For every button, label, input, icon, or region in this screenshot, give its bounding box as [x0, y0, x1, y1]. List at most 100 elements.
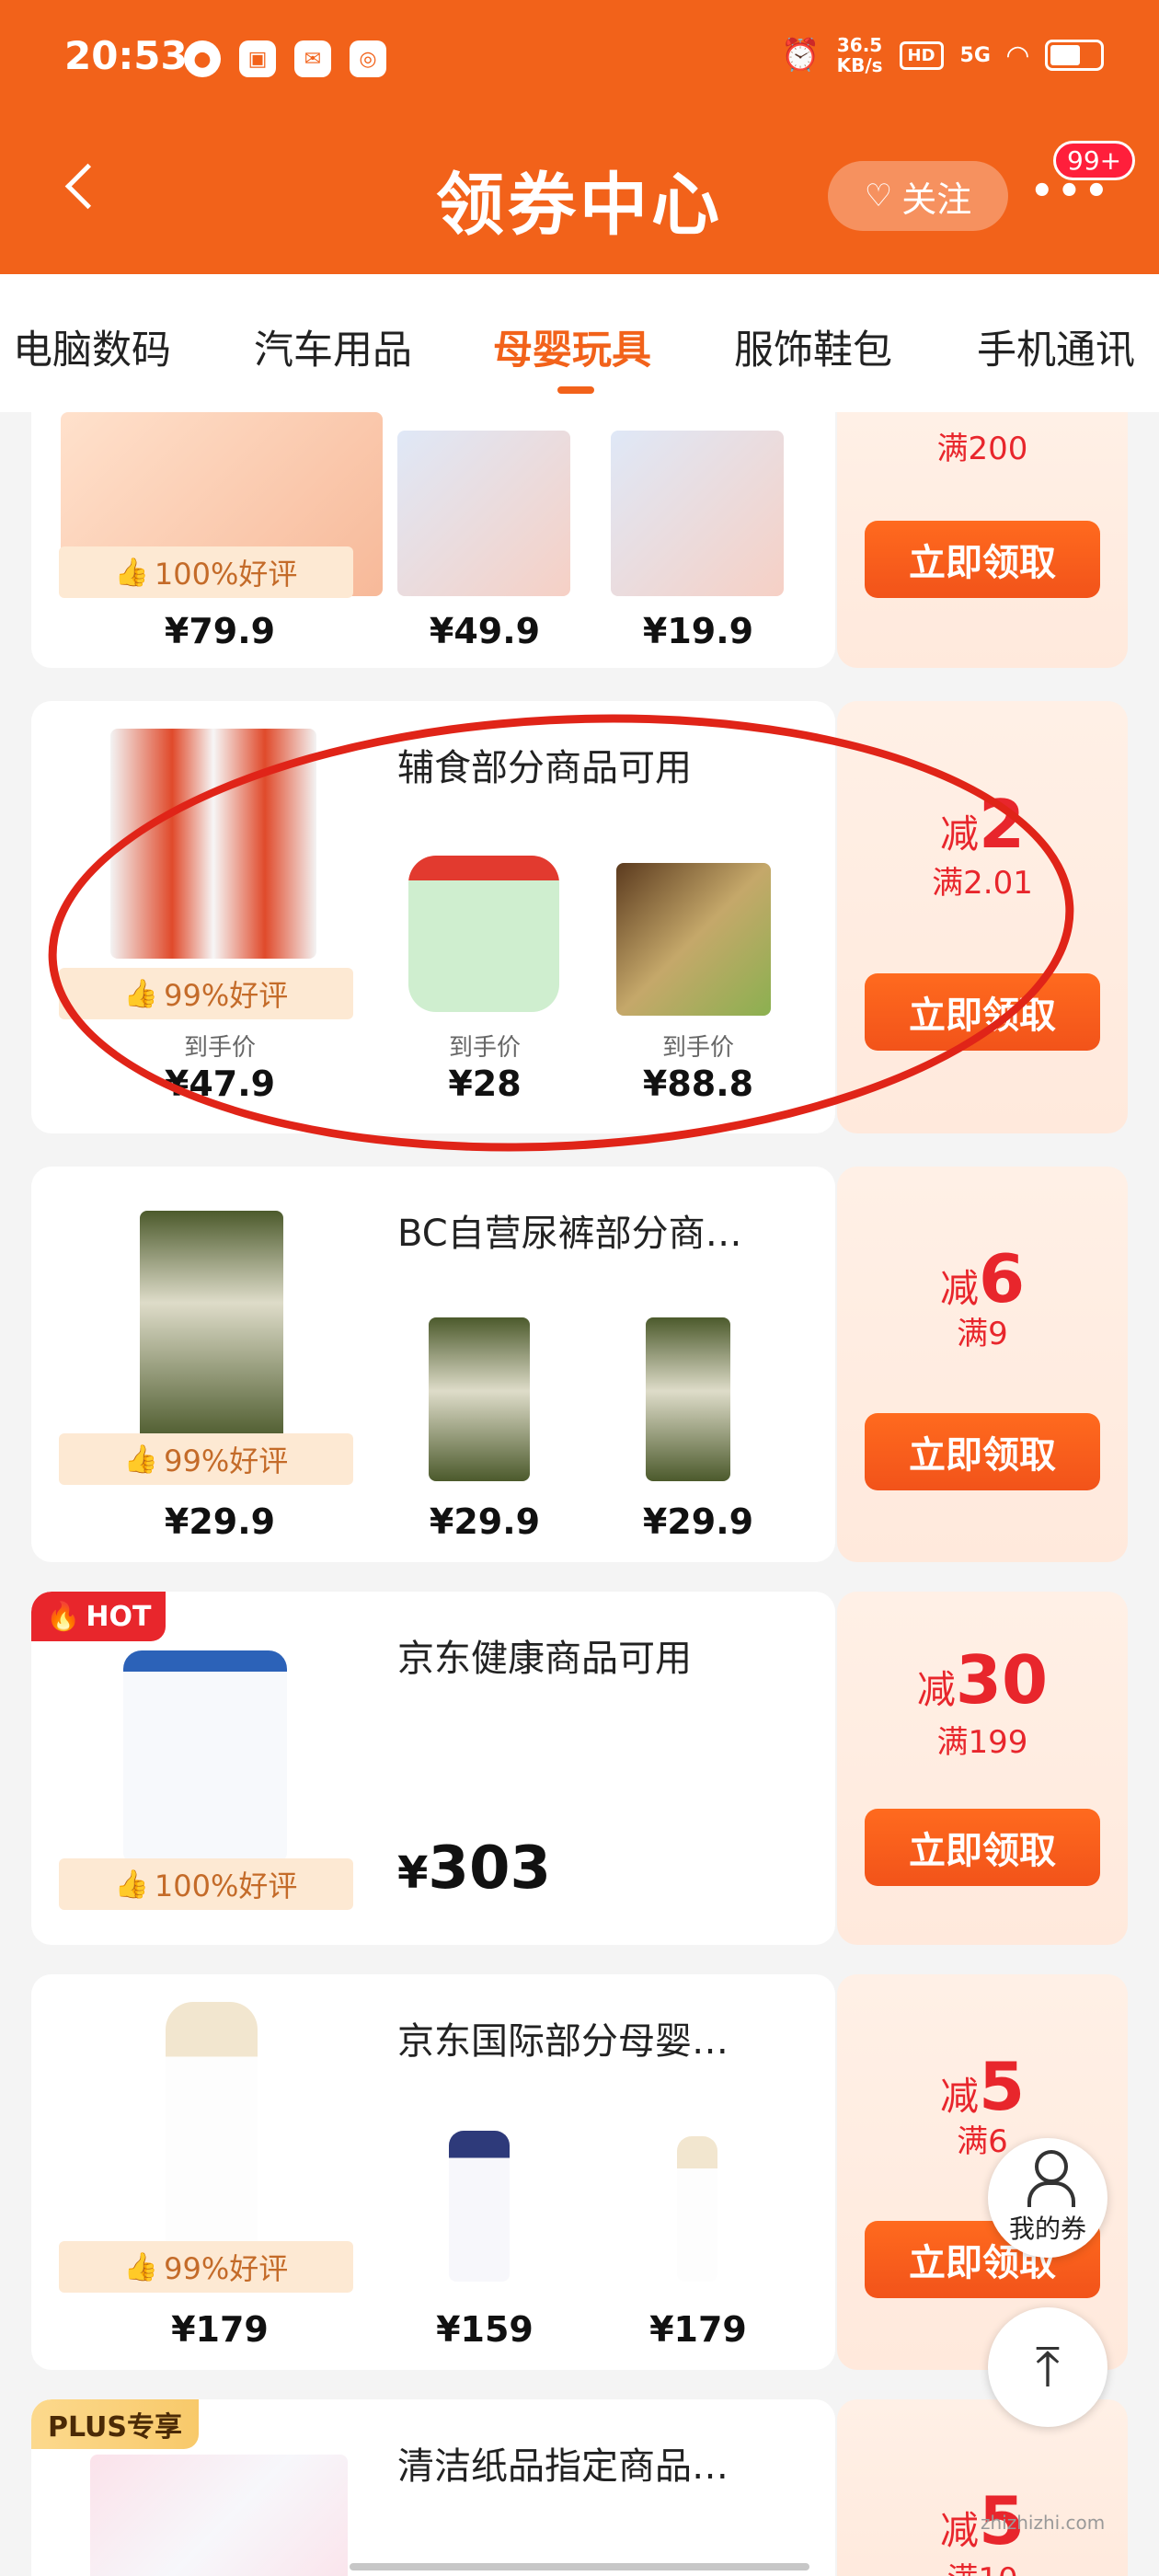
thumbs-up-icon: 👍 [114, 1868, 149, 1901]
signal-indicator: 5G [959, 43, 991, 67]
product-image[interactable] [397, 431, 570, 596]
page-header: 领券中心 ♡ 关注 ••• 99+ [0, 124, 1159, 274]
app-root: 20:53 ● ▣ ✉ ◎ ⏰ 36.5 KB/s HD 5G ◠ 领券中心 ♡… [0, 0, 1159, 2576]
product-image[interactable] [408, 856, 559, 1012]
big-price-value: 303 [428, 1834, 551, 1903]
product-image[interactable] [110, 729, 316, 959]
currency-symbol: ¥ [397, 1847, 429, 1899]
product-image[interactable] [646, 1317, 730, 1481]
product-price: ¥179 [171, 2309, 269, 2350]
thumbs-up-icon: 👍 [123, 977, 159, 1010]
coupon-card-1[interactable]: 👍 99%好评 辅食部分商品可用 到手价 到手价 到手价 ¥47.9 ¥28 ¥… [31, 701, 835, 1133]
coupon-scope-title: 清洁纸品指定商品… [397, 2445, 729, 2488]
coupon-card-3[interactable]: 🔥 HOT 👍 100%好评 京东健康商品可用 ¥303 [31, 1592, 835, 1945]
product-image[interactable] [140, 1211, 283, 1441]
rating-text: 100%好评 [154, 557, 298, 592]
coupon-panel-5: 减5 满10 [837, 2399, 1128, 2576]
coupon-discount: 减5 [837, 2048, 1128, 2125]
coupon-panel-2: 减6 满9 立即领取 [837, 1167, 1128, 1562]
rating-text: 99%好评 [164, 1443, 289, 1478]
alarm-icon: ⏰ [781, 37, 820, 74]
coupon-min-spend: 满200 [936, 431, 1028, 467]
rating-badge: 👍 99%好评 [59, 1433, 353, 1485]
mail-notification-icon: ✉ [294, 40, 331, 77]
product-image[interactable] [429, 1317, 530, 1481]
claim-coupon-button[interactable]: 立即领取 [865, 521, 1100, 598]
product-price: ¥49.9 [429, 611, 541, 651]
rating-text: 99%好评 [164, 978, 289, 1013]
coupon-scope-title: 京东国际部分母婴… [397, 2020, 729, 2063]
battery-icon [1045, 40, 1104, 71]
rating-badge: 👍 99%好评 [59, 968, 353, 1019]
tab-maternal-baby-toys[interactable]: 母婴玩具 [493, 318, 651, 375]
product-image[interactable] [123, 1650, 287, 1862]
coupon-card-4[interactable]: 👍 99%好评 京东国际部分母婴… ¥179 ¥159 ¥179 [31, 1974, 835, 2370]
discount-prefix: 减 [939, 2508, 979, 2553]
coupon-min-spend: 满2.01 [932, 865, 1033, 902]
product-image[interactable] [616, 863, 771, 1016]
discount-amount: 5 [978, 2048, 1026, 2125]
coupon-scope-title: 京东健康商品可用 [397, 1638, 692, 1680]
claim-coupon-button[interactable]: 立即领取 [865, 1809, 1100, 1886]
coupon-min-spend: 满199 [936, 1724, 1028, 1761]
coupon-min-spend: 满9 [957, 1316, 1008, 1352]
tab-mobile-comm[interactable]: 手机通讯 [977, 318, 1135, 375]
claim-coupon-button[interactable]: 立即领取 [865, 973, 1100, 1051]
rating-text: 99%好评 [164, 2251, 289, 2286]
my-coupons-label: 我的券 [1008, 2214, 1086, 2244]
follow-label: 关注 [901, 178, 972, 220]
status-indicators: ⏰ 36.5 KB/s HD 5G ◠ [781, 35, 1104, 75]
product-image[interactable] [611, 431, 784, 596]
price-label: 到手价 [183, 1034, 256, 1062]
price-label: 到手价 [448, 1034, 521, 1062]
coupon-card-0[interactable]: 👍 100%好评 ¥79.9 ¥49.9 ¥19.9 [31, 412, 835, 668]
discount-amount: 6 [978, 1240, 1026, 1317]
notification-icons: ● ▣ ✉ ◎ [184, 40, 386, 77]
product-price: ¥79.9 [164, 611, 276, 651]
plus-exclusive-tag: PLUS专享 [31, 2399, 200, 2449]
home-indicator [350, 2563, 809, 2570]
arrow-up-icon: ⤒ [1035, 2335, 1061, 2399]
coupon-card-2[interactable]: 👍 99%好评 BC自营尿裤部分商… ¥29.9 ¥29.9 ¥29.9 [31, 1167, 835, 1562]
product-image[interactable] [677, 2136, 717, 2282]
hot-tag: 🔥 HOT [31, 1592, 166, 1641]
discount-prefix: 减 [939, 811, 979, 857]
coupon-discount: 减6 [837, 1240, 1128, 1317]
product-image[interactable] [166, 2002, 258, 2250]
active-tab-indicator [557, 386, 594, 394]
coupon-card-5[interactable]: PLUS专享 清洁纸品指定商品… [31, 2399, 835, 2576]
flame-icon: 🔥 [46, 1600, 81, 1633]
claim-coupon-button[interactable]: 立即领取 [865, 1413, 1100, 1490]
net-speed-unit: KB/s [836, 54, 883, 76]
discount-prefix: 减 [939, 2074, 979, 2119]
thumbs-up-icon: 👍 [114, 556, 149, 589]
coupon-panel-0: 满200 立即领取 [837, 412, 1128, 668]
product-big-price: ¥303 [397, 1834, 551, 1903]
tab-auto-supplies[interactable]: 汽车用品 [254, 318, 412, 375]
watermark-text: zhizhizhi.com [981, 2512, 1106, 2534]
product-image[interactable] [90, 2455, 348, 2576]
net-speed: 36.5 KB/s [837, 35, 883, 75]
tab-apparel-bags[interactable]: 服饰鞋包 [734, 318, 892, 375]
price-label: 到手价 [661, 1034, 734, 1062]
product-price: ¥179 [649, 2309, 747, 2350]
coupon-discount: 减30 [837, 1641, 1128, 1719]
product-image[interactable] [449, 2131, 510, 2282]
my-coupons-button[interactable]: 我的券 [988, 2138, 1107, 2258]
status-bar: 20:53 ● ▣ ✉ ◎ ⏰ 36.5 KB/s HD 5G ◠ [0, 0, 1159, 124]
coupon-min-spend: 满10 [837, 2554, 1128, 2576]
product-price: ¥29.9 [429, 1501, 541, 1542]
tab-computer-digital[interactable]: 电脑数码 [13, 318, 171, 375]
app-notification-icon: ▣ [239, 40, 276, 77]
coupon-scope-title: BC自营尿裤部分商… [397, 1213, 742, 1255]
coupon-discount: 减2 [837, 786, 1128, 863]
person-icon [1027, 2150, 1075, 2207]
coupon-panel-1: 减2 满2.01 立即领取 [837, 701, 1128, 1133]
follow-button[interactable]: ♡ 关注 [828, 161, 1008, 231]
net-speed-value: 36.5 [836, 34, 883, 56]
heart-icon: ♡ [864, 178, 893, 214]
coupon-panel-3: 减30 满199 立即领取 [837, 1592, 1128, 1945]
rating-text: 100%好评 [154, 1869, 298, 1903]
avatar-notification-icon: ● [184, 40, 221, 77]
back-to-top-button[interactable]: ⤒ [988, 2307, 1107, 2427]
